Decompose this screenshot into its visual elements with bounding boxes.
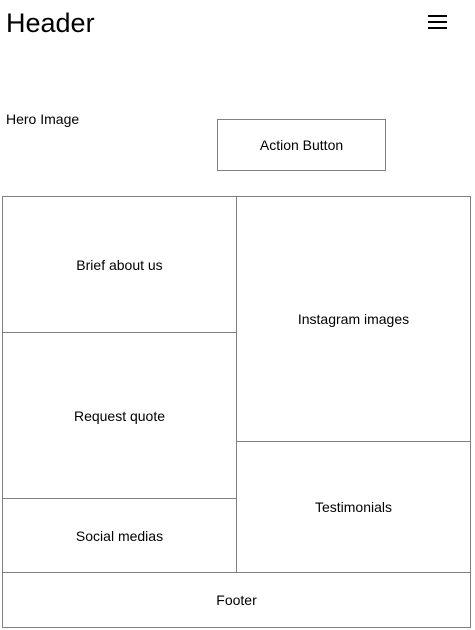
brief-about-us-label: Brief about us — [76, 256, 163, 273]
header: Header — [2, 2, 471, 42]
request-quote-label: Request quote — [73, 407, 166, 424]
footer: Footer — [2, 572, 471, 628]
instagram-images-label: Instagram images — [297, 311, 410, 327]
testimonials-label: Testimonials — [314, 499, 393, 515]
hamburger-menu-icon[interactable] — [428, 15, 447, 29]
social-medias-label: Social medias — [75, 527, 164, 544]
request-quote-section: Request quote — [2, 332, 237, 499]
hero-section: Hero Image Action Button — [2, 41, 471, 197]
action-button[interactable]: Action Button — [217, 119, 386, 171]
social-medias-section: Social medias — [2, 498, 237, 573]
testimonials-section: Testimonials — [236, 441, 471, 573]
brief-about-us-section: Brief about us — [2, 196, 237, 333]
header-title: Header — [6, 8, 95, 38]
instagram-images-section: Instagram images — [236, 196, 471, 442]
hero-image-label: Hero Image — [6, 111, 80, 127]
footer-label: Footer — [216, 592, 257, 608]
